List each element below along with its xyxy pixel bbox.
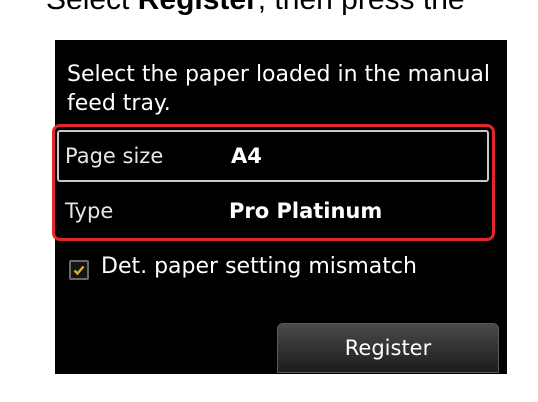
mismatch-checkbox[interactable]	[69, 260, 89, 280]
register-button[interactable]: Register	[277, 323, 499, 373]
instruction-caption: Select Register, then press the	[46, 0, 465, 17]
red-highlight-frame	[52, 124, 495, 241]
caption-bold: Register	[138, 0, 258, 16]
caption-prefix: Select	[46, 0, 138, 16]
caption-suffix: , then press the	[258, 0, 465, 16]
screen-message: Select the paper loaded in the manual fe…	[67, 62, 490, 116]
mismatch-checkbox-label: Det. paper setting mismatch	[101, 254, 417, 279]
checkmark-icon	[73, 265, 85, 276]
